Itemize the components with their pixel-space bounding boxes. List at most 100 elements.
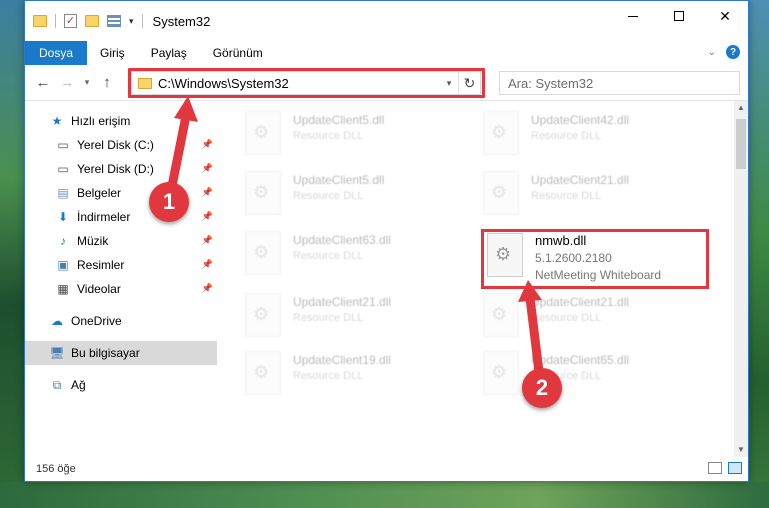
- forward-icon[interactable]: →: [55, 74, 79, 91]
- vertical-scrollbar[interactable]: ▲ ▼: [734, 101, 748, 457]
- folder-icon[interactable]: [33, 15, 47, 27]
- recent-locations-icon[interactable]: ▾: [79, 77, 95, 88]
- file-description: Resource DLL: [293, 190, 364, 202]
- video-icon: ▦: [57, 282, 69, 296]
- file-description: Resource DLL: [293, 250, 364, 262]
- dll-file-icon: [483, 171, 519, 215]
- pin-icon[interactable]: 📌: [202, 235, 213, 246]
- pin-icon[interactable]: 📌: [202, 259, 213, 270]
- pictures-icon: ▣: [57, 258, 69, 272]
- search-input[interactable]: Ara: System32: [499, 71, 740, 95]
- explorer-window: ✓ ▾ System32 ✕ Dosya Giriş Paylaş Görünü…: [24, 0, 749, 482]
- list-item[interactable]: UpdateClient21.dll Resource DLL: [483, 287, 713, 343]
- chevron-down-icon[interactable]: ▾: [129, 16, 134, 27]
- list-item[interactable]: UpdateClient21.dll Resource DLL: [245, 287, 475, 343]
- address-highlight-box: [128, 68, 485, 98]
- large-icons-view-icon[interactable]: [728, 462, 742, 474]
- sidebar-item-local-disk-c[interactable]: ▭ Yerel Disk (C:) 📌: [25, 133, 217, 157]
- list-item[interactable]: UpdateClient5.dll Resource DLL: [245, 165, 475, 221]
- list-item[interactable]: UpdateClient42.dll Resource DLL: [483, 105, 713, 161]
- ribbon-tabs: Dosya Giriş Paylaş Görünüm ⌄ ?: [25, 41, 748, 65]
- pin-icon[interactable]: 📌: [202, 211, 213, 222]
- list-item[interactable]: UpdateClient63.dll Resource DLL: [245, 225, 475, 281]
- sidebar-item-label: Müzik: [77, 234, 109, 248]
- music-icon: ♪: [60, 234, 66, 248]
- file-name: UpdateClient21.dll: [531, 295, 630, 309]
- sidebar-item-label: Hızlı erişim: [71, 114, 131, 128]
- file-name: UpdateClient65.dll: [531, 353, 630, 367]
- file-name: UpdateClient19.dll: [293, 353, 392, 367]
- main-area: ★ Hızlı erişim ▭ Yerel Disk (C:) 📌 ▭ Yer…: [25, 101, 748, 457]
- sidebar-item-quick-access[interactable]: ★ Hızlı erişim: [25, 109, 217, 133]
- sidebar-item-local-disk-d[interactable]: ▭ Yerel Disk (D:) 📌: [25, 157, 217, 181]
- window-controls: ✕: [610, 1, 748, 31]
- file-name: UpdateClient21.dll: [293, 295, 392, 309]
- quick-access-toolbar: ✓ ▾: [25, 14, 143, 28]
- dll-file-icon: [245, 171, 281, 215]
- properties-icon[interactable]: ✓: [64, 14, 77, 28]
- expand-ribbon-icon[interactable]: ⌄: [708, 47, 716, 58]
- dll-file-icon: [245, 293, 281, 337]
- window-title: System32: [152, 13, 211, 29]
- cloud-icon: ☁: [51, 314, 63, 328]
- maximize-button[interactable]: [656, 1, 702, 31]
- sidebar-item-videos[interactable]: ▦ Videolar 📌: [25, 277, 217, 301]
- tab-home[interactable]: Giriş: [87, 41, 138, 65]
- computer-icon: 🖥: [49, 346, 65, 360]
- file-highlight-box: [481, 229, 709, 289]
- scroll-down-icon[interactable]: ▼: [734, 443, 748, 457]
- close-button[interactable]: ✕: [702, 1, 748, 31]
- item-count: 156 öğe: [36, 463, 76, 475]
- help-icon[interactable]: ?: [726, 45, 740, 59]
- list-item[interactable]: UpdateClient21.dll Resource DLL: [483, 165, 713, 221]
- tab-file[interactable]: Dosya: [25, 41, 88, 65]
- file-description: Resource DLL: [293, 312, 364, 324]
- details-view-icon[interactable]: [708, 462, 722, 474]
- file-description: Resource DLL: [531, 312, 602, 324]
- divider: [141, 14, 143, 28]
- new-folder-icon[interactable]: [85, 15, 99, 27]
- dll-file-icon: [483, 351, 519, 395]
- scroll-thumb[interactable]: [736, 119, 746, 169]
- file-name: UpdateClient42.dll: [531, 113, 630, 127]
- sidebar-item-onedrive[interactable]: ☁ OneDrive: [25, 309, 217, 333]
- sidebar-item-this-pc[interactable]: 🖥 Bu bilgisayar: [25, 341, 217, 365]
- dll-file-icon: [483, 111, 519, 155]
- minimize-button[interactable]: [610, 1, 656, 31]
- dll-file-icon: [483, 293, 519, 337]
- tab-share[interactable]: Paylaş: [138, 41, 200, 65]
- sidebar-item-music[interactable]: ♪ Müzik 📌: [25, 229, 217, 253]
- list-item[interactable]: UpdateClient65.dllResource DLL: [483, 345, 713, 401]
- sidebar-item-label: Videolar: [77, 282, 121, 296]
- sidebar-item-label: Belgeler: [77, 186, 122, 200]
- sidebar-item-network[interactable]: ⧉ Ağ: [25, 373, 217, 397]
- scroll-up-icon[interactable]: ▲: [734, 101, 748, 115]
- back-icon[interactable]: ←: [31, 74, 55, 91]
- sidebar-item-pictures[interactable]: ▣ Resimler 📌: [25, 253, 217, 277]
- desktop-background-left: [0, 0, 24, 508]
- pin-icon[interactable]: 📌: [202, 187, 213, 198]
- list-item[interactable]: UpdateClient19.dll Resource DLL: [245, 345, 475, 401]
- view-options-icon[interactable]: [107, 15, 121, 27]
- minimize-icon: [628, 15, 638, 17]
- file-list: UpdateClient5.dll Resource DLL UpdateClie…: [217, 101, 732, 457]
- title-bar: ✓ ▾ System32 ✕: [25, 1, 748, 41]
- view-buttons: [708, 462, 742, 474]
- list-item[interactable]: UpdateClient5.dll Resource DLL: [245, 105, 475, 161]
- pin-icon[interactable]: 📌: [202, 163, 213, 174]
- dll-file-icon: [245, 111, 281, 155]
- status-bar: 156 öğe: [25, 457, 748, 481]
- pin-icon[interactable]: 📌: [202, 283, 213, 294]
- file-description: Resource DLL: [531, 130, 602, 142]
- file-name: UpdateClient63.dll: [293, 233, 392, 247]
- sidebar-item-label: İndirmeler: [77, 210, 131, 224]
- pin-icon[interactable]: 📌: [202, 139, 213, 150]
- sidebar-item-label: Resimler: [77, 258, 125, 272]
- dll-file-icon: [245, 231, 281, 275]
- file-description: Resource DLL: [531, 190, 602, 202]
- dll-file-icon: [245, 351, 281, 395]
- tab-view[interactable]: Görünüm: [200, 41, 276, 65]
- sidebar-item-downloads[interactable]: ⬇ İndirmeler 📌: [25, 205, 217, 229]
- up-icon[interactable]: ↑: [95, 74, 119, 91]
- sidebar-item-label: Bu bilgisayar: [71, 346, 140, 360]
